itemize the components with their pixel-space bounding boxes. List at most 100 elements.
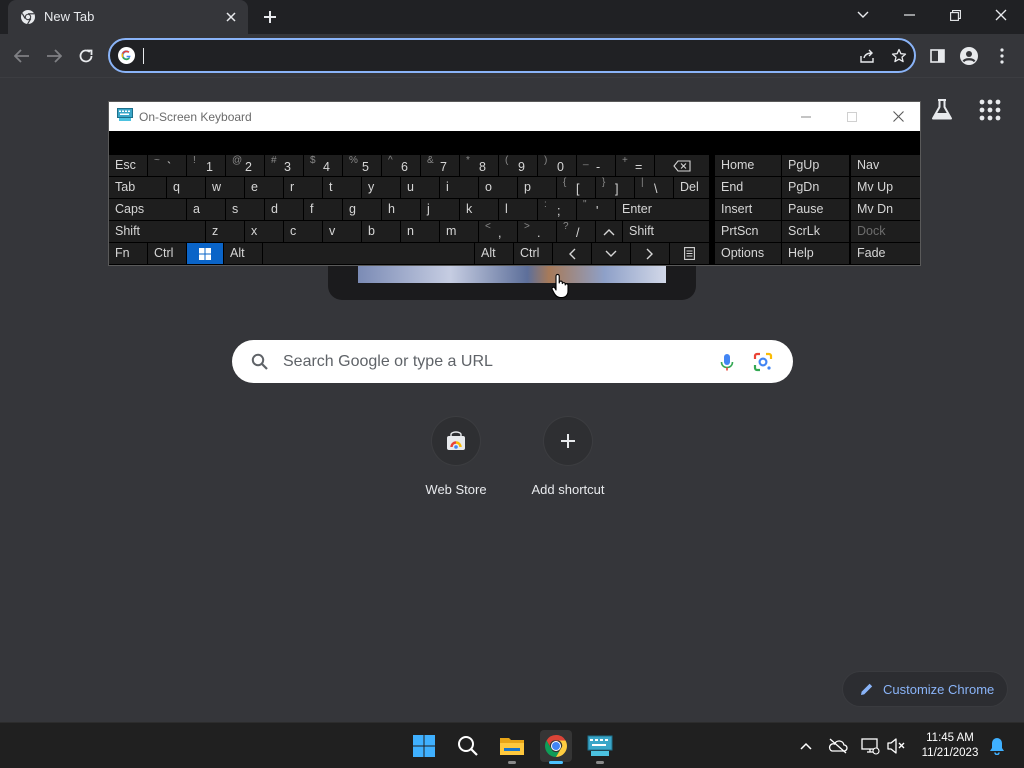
system-clock[interactable]: 11:45 AM 11/21/2023 [914,731,986,761]
key-symbol[interactable]: @2 [226,155,264,176]
key-symbol[interactable]: * 8 [460,155,498,176]
key-symbol[interactable]: (9 [499,155,537,176]
key-t[interactable]: t [323,177,361,198]
key-pgdn[interactable]: PgDn [782,177,849,198]
key-symbol[interactable]: ^ 6 [382,155,420,176]
shortcut-add[interactable]: Add shortcut [512,417,624,507]
key-u[interactable]: u [401,177,439,198]
key-menu-key[interactable] [670,243,709,264]
key-symbol[interactable]: {[ [557,177,595,198]
file-explorer-icon[interactable] [496,730,528,764]
key-pause[interactable]: Pause [782,199,849,220]
reload-button[interactable] [71,41,101,71]
key-symbol[interactable]: #3 [265,155,303,176]
restore-icon[interactable] [932,0,978,30]
osk-titlebar[interactable]: On-Screen Keyboard [109,102,920,131]
key-arrow-up[interactable] [596,221,622,242]
key-symbol[interactable]: _ - [577,155,615,176]
search-icon[interactable] [452,730,484,762]
labs-flask-icon[interactable] [929,97,955,123]
key-f[interactable]: f [304,199,342,220]
key-arrow-left[interactable] [553,243,591,264]
key-symbol[interactable]: " ' [577,199,615,220]
osk-minimize-icon[interactable] [783,102,829,131]
key-symbol[interactable]: | \ [635,177,673,198]
key-m[interactable]: m [440,221,478,242]
key-ctrl[interactable]: Ctrl [148,243,186,264]
key-symbol[interactable]: <, [479,221,517,242]
key-s[interactable]: s [226,199,264,220]
minimize-icon[interactable] [886,0,932,30]
key-symbol[interactable]: }] [596,177,634,198]
key-space[interactable] [263,243,474,264]
key-mv-up[interactable]: Mv Up [851,177,920,198]
key-y[interactable]: y [362,177,400,198]
key-home[interactable]: Home [715,155,781,176]
menu-kebab-icon[interactable] [987,41,1017,71]
osk-close-icon[interactable] [875,102,921,131]
key-symbol[interactable]: ) 0 [538,155,576,176]
key-arrow-right[interactable] [631,243,669,264]
key-esc[interactable]: Esc [109,155,147,176]
key-w[interactable]: w [206,177,244,198]
new-tab-button[interactable] [258,5,282,29]
close-window-icon[interactable] [978,0,1024,30]
chrome-icon[interactable] [540,730,572,764]
key-l[interactable]: l [499,199,537,220]
voice-search-mic-icon[interactable] [716,351,738,373]
key-symbol[interactable]: ! 1 [187,155,225,176]
key-symbol[interactable]: ? / [557,221,595,242]
key-pgup[interactable]: PgUp [782,155,849,176]
key-scrlk[interactable]: ScrLk [782,221,849,242]
notification-bell-icon[interactable] [986,735,1008,757]
tab-new-tab[interactable]: New Tab [8,0,248,34]
share-icon[interactable] [856,46,878,66]
show-hidden-icons-chevron-icon[interactable] [795,735,817,757]
key-windows-logo[interactable] [187,243,223,264]
key-help[interactable]: Help [782,243,849,264]
key-shift[interactable]: Shift [109,221,205,242]
key-del[interactable]: Del [674,177,709,198]
key-j[interactable]: j [421,199,459,220]
customize-chrome-button[interactable]: Customize Chrome [843,672,1007,706]
key-dock[interactable]: Dock [851,221,920,242]
key-symbol[interactable]: $4 [304,155,342,176]
windows-start-icon[interactable] [408,730,440,762]
on-screen-keyboard-icon[interactable] [584,730,616,764]
key-c[interactable]: c [284,221,322,242]
key-alt[interactable]: Alt [475,243,513,264]
volume-muted-icon[interactable] [885,735,907,757]
address-bar[interactable] [108,38,916,73]
key-b[interactable]: b [362,221,400,242]
back-button[interactable] [7,41,37,71]
profile-avatar-icon[interactable] [954,41,984,71]
key-o[interactable]: o [479,177,517,198]
osk-maximize-icon[interactable] [829,102,875,131]
key-r[interactable]: r [284,177,322,198]
forward-button[interactable] [39,41,69,71]
key-symbol[interactable]: & 7 [421,155,459,176]
shortcut-web-store[interactable]: Web Store [400,417,512,507]
key-ctrl[interactable]: Ctrl [514,243,552,264]
key-options[interactable]: Options [715,243,781,264]
key-symbol[interactable]: + = [616,155,654,176]
key-symbol[interactable]: :; [538,199,576,220]
key-tab[interactable]: Tab [109,177,166,198]
key-i[interactable]: i [440,177,478,198]
key-q[interactable]: q [167,177,205,198]
key-insert[interactable]: Insert [715,199,781,220]
key-g[interactable]: g [343,199,381,220]
key-mv-dn[interactable]: Mv Dn [851,199,920,220]
bookmark-star-icon[interactable] [888,46,910,66]
close-tab-icon[interactable] [222,8,240,26]
key-arrow-down[interactable] [592,243,630,264]
key-x[interactable]: x [245,221,283,242]
key-backspace[interactable] [655,155,709,176]
key-end[interactable]: End [715,177,781,198]
key-nav[interactable]: Nav [851,155,920,176]
key-p[interactable]: p [518,177,556,198]
key-symbol[interactable]: % 5 [343,155,381,176]
key-h[interactable]: h [382,199,420,220]
key-symbol[interactable]: >. [518,221,556,242]
google-lens-icon[interactable] [752,351,774,373]
